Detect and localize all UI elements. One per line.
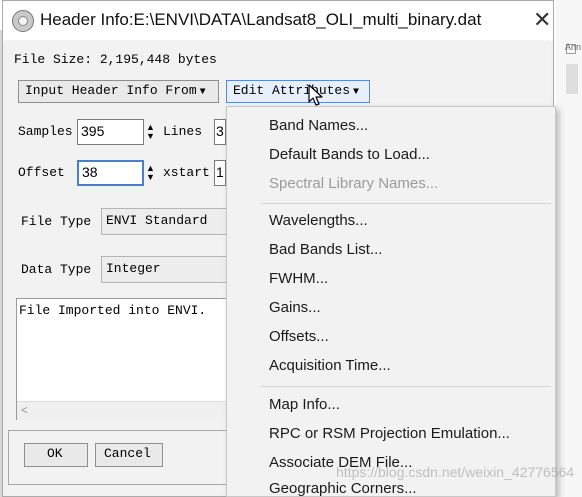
file-size-text: File Size: 2,195,448 bytes bbox=[14, 52, 217, 67]
menu-item-spectral-library-names: Spectral Library Names... bbox=[269, 175, 439, 192]
envi-globe-icon bbox=[12, 10, 34, 32]
edit-attributes-menu: Band Names... Default Bands to Load... S… bbox=[226, 106, 556, 497]
menu-item-default-bands[interactable]: Default Bands to Load... bbox=[269, 146, 430, 163]
menu-item-rpc-rsm-projection[interactable]: RPC or RSM Projection Emulation... bbox=[269, 425, 510, 442]
data-type-select[interactable]: Integer bbox=[101, 256, 227, 283]
samples-spinner-icon[interactable]: ▲ ▼ bbox=[145, 119, 159, 145]
watermark: https://blog.csdn.net/weixin_42776564 bbox=[336, 464, 575, 480]
ok-button[interactable]: OK bbox=[24, 443, 88, 467]
menu-item-map-info[interactable]: Map Info... bbox=[269, 396, 340, 413]
menu-item-gains[interactable]: Gains... bbox=[269, 299, 321, 316]
samples-label: Samples bbox=[18, 124, 73, 139]
input-header-info-button[interactable]: Input Header Info From ▼ bbox=[18, 80, 219, 103]
background-annotation-text: Ann bbox=[565, 42, 582, 52]
samples-input[interactable]: 395 bbox=[77, 119, 144, 145]
title-bar[interactable]: Header Info:E:\ENVI\DATA\Landsat8_OLI_mu… bbox=[3, 1, 553, 41]
lines-input[interactable]: 3 bbox=[214, 119, 226, 145]
mouse-pointer-icon bbox=[308, 84, 323, 106]
data-type-label: Data Type bbox=[21, 262, 92, 277]
edit-attributes-label: Edit Attributes bbox=[233, 83, 351, 98]
menu-item-acquisition-time[interactable]: Acquisition Time... bbox=[269, 357, 391, 374]
file-type-label: File Type bbox=[21, 214, 92, 229]
window-title: Header Info:E:\ENVI\DATA\Landsat8_OLI_mu… bbox=[40, 10, 482, 29]
offset-input[interactable]: 38 bbox=[77, 160, 144, 186]
caret-down-icon: ▼ bbox=[353, 87, 360, 98]
horizontal-scrollbar[interactable]: < bbox=[17, 401, 226, 420]
menu-separator bbox=[261, 386, 551, 387]
menu-item-bad-bands-list[interactable]: Bad Bands List... bbox=[269, 241, 382, 258]
edit-attributes-button[interactable]: Edit Attributes ▼ bbox=[226, 80, 370, 103]
offset-label: Offset bbox=[18, 165, 65, 180]
menu-item-geographic-corners[interactable]: Geographic Corners... bbox=[269, 480, 417, 497]
lines-label: Lines bbox=[163, 124, 203, 139]
menu-item-fwhm[interactable]: FWHM... bbox=[269, 270, 328, 287]
cancel-button[interactable]: Cancel bbox=[95, 443, 163, 467]
close-icon[interactable]: ✕ bbox=[533, 9, 551, 31]
menu-item-band-names[interactable]: Band Names... bbox=[269, 117, 368, 134]
scroll-left-icon[interactable]: < bbox=[21, 403, 28, 417]
description-textarea[interactable]: File Imported into ENVI. < bbox=[16, 298, 227, 420]
xstart-input[interactable]: 1 bbox=[214, 160, 226, 186]
menu-item-offsets[interactable]: Offsets... bbox=[269, 328, 329, 345]
menu-item-wavelengths[interactable]: Wavelengths... bbox=[269, 212, 368, 229]
input-header-info-label: Input Header Info From bbox=[25, 83, 197, 98]
menu-separator bbox=[261, 203, 551, 204]
offset-spinner-icon[interactable]: ▲ ▼ bbox=[145, 160, 159, 186]
caret-down-icon: ▼ bbox=[199, 87, 206, 98]
file-type-select[interactable]: ENVI Standard bbox=[101, 208, 227, 235]
description-text: File Imported into ENVI. bbox=[19, 303, 207, 318]
background-scrollbar bbox=[566, 64, 578, 94]
xstart-label: xstart bbox=[163, 165, 210, 180]
